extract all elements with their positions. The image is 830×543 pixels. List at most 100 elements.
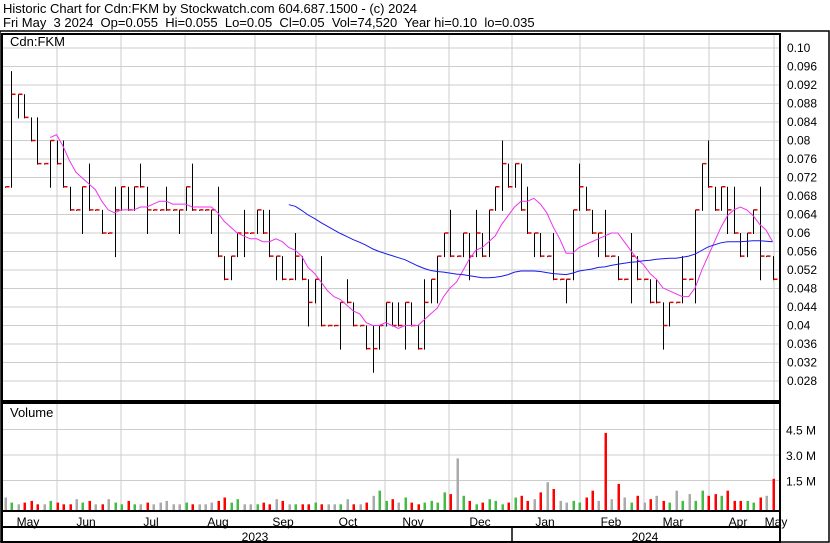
volume-bar	[385, 500, 388, 510]
price-tick-label: 0.076	[787, 152, 817, 166]
volume-bar	[243, 504, 246, 510]
volume-bar	[533, 499, 536, 510]
chart-frame	[0, 30, 830, 543]
gridlines	[2, 34, 780, 511]
outer-border	[0, 30, 830, 543]
volume-bar	[726, 490, 729, 510]
month-label: Aug	[207, 515, 228, 529]
volume-bar	[623, 497, 626, 510]
volume-tick-label: 1.5 M	[786, 475, 816, 489]
volume-bar	[501, 504, 504, 510]
volume-bar	[494, 500, 497, 510]
year-label: 2023	[242, 530, 269, 543]
month-label: Mar	[663, 515, 684, 529]
month-label: Oct	[339, 515, 358, 529]
month-label: May	[765, 515, 788, 529]
price-tick-label: 0.032	[787, 356, 817, 370]
volume-bar	[217, 500, 220, 510]
volume-bar	[481, 502, 484, 510]
volume-bar	[410, 502, 413, 510]
volume-bar	[62, 504, 65, 510]
volume-bars	[4, 432, 775, 510]
volume-bar	[81, 502, 84, 510]
volume-bar	[17, 504, 20, 510]
volume-bar	[262, 502, 265, 510]
volume-bar	[139, 504, 142, 510]
volume-bar	[36, 504, 39, 510]
volume-bar	[268, 504, 271, 510]
volume-bar	[759, 497, 762, 510]
volume-bar	[604, 432, 607, 510]
volume-bar	[333, 504, 336, 510]
price-tick-label: 0.096	[787, 60, 817, 74]
volume-bar	[404, 497, 407, 510]
price-tick-label: 0.084	[787, 115, 817, 129]
volume-bar	[372, 495, 375, 510]
volume-bar	[681, 500, 684, 510]
volume-bar	[88, 500, 91, 510]
volume-bar	[49, 500, 52, 510]
volume-bar	[204, 504, 207, 510]
volume-bar	[643, 502, 646, 510]
volume-bar	[359, 504, 362, 510]
month-label: May	[17, 515, 40, 529]
volume-bar	[597, 500, 600, 510]
volume-bar	[236, 499, 239, 510]
volume-bar	[475, 504, 478, 510]
volume-bar	[423, 502, 426, 510]
symbol-label: Cdn:FKM	[10, 34, 65, 49]
volume-bar	[120, 504, 123, 510]
ma-short-line	[49, 134, 774, 329]
price-tick-label: 0.056	[787, 245, 817, 259]
volume-bar	[436, 502, 439, 510]
price-tick-label: 0.052	[787, 263, 817, 277]
month-label: Apr	[729, 515, 748, 529]
price-tick-label: 0.044	[787, 300, 817, 314]
volume-bar	[449, 494, 452, 510]
volume-bar	[294, 504, 297, 510]
volume-bar	[75, 499, 78, 510]
volume-bar	[127, 500, 130, 510]
volume-bar	[714, 494, 717, 510]
volume-bar	[456, 458, 459, 510]
volume-bar	[230, 502, 233, 510]
volume-bar	[172, 504, 175, 510]
volume-bar	[275, 499, 278, 510]
volume-bar	[256, 504, 259, 510]
volume-bar	[617, 483, 620, 510]
volume-bar	[746, 500, 749, 510]
month-label: Sep	[272, 515, 294, 529]
price-tick-label: 0.028	[787, 374, 817, 388]
volume-bar	[191, 504, 194, 510]
volume-bar	[772, 478, 775, 510]
volume-bar	[655, 495, 658, 510]
price-tick-label: 0.068	[787, 189, 817, 203]
volume-bar	[694, 500, 697, 510]
volume-bar	[107, 499, 110, 510]
volume-bar	[56, 502, 59, 510]
volume-bar	[565, 502, 568, 510]
volume-bar	[765, 495, 768, 510]
price-tick-label: 0.08	[787, 134, 811, 148]
volume-bar	[23, 502, 26, 510]
volume-bar	[462, 495, 465, 510]
month-label: Feb	[601, 515, 622, 529]
price-tick-label: 0.06	[787, 226, 811, 240]
volume-tick-label: 4.5 M	[786, 424, 816, 438]
volume-bar	[585, 497, 588, 510]
volume-bar	[178, 504, 181, 510]
volume-bar	[662, 500, 665, 510]
price-tick-label: 0.10	[787, 41, 811, 55]
volume-bar	[443, 492, 446, 510]
volume-bar	[701, 490, 704, 510]
volume-bar	[578, 502, 581, 510]
price-tick-label: 0.088	[787, 97, 817, 111]
price-tick-label: 0.072	[787, 171, 817, 185]
volume-bar	[94, 504, 97, 510]
volume-bar	[314, 502, 317, 510]
volume-bar	[365, 502, 368, 510]
volume-bar	[507, 502, 510, 510]
month-label: Dec	[469, 515, 490, 529]
volume-bar	[165, 500, 168, 510]
month-label: Jun	[76, 515, 95, 529]
